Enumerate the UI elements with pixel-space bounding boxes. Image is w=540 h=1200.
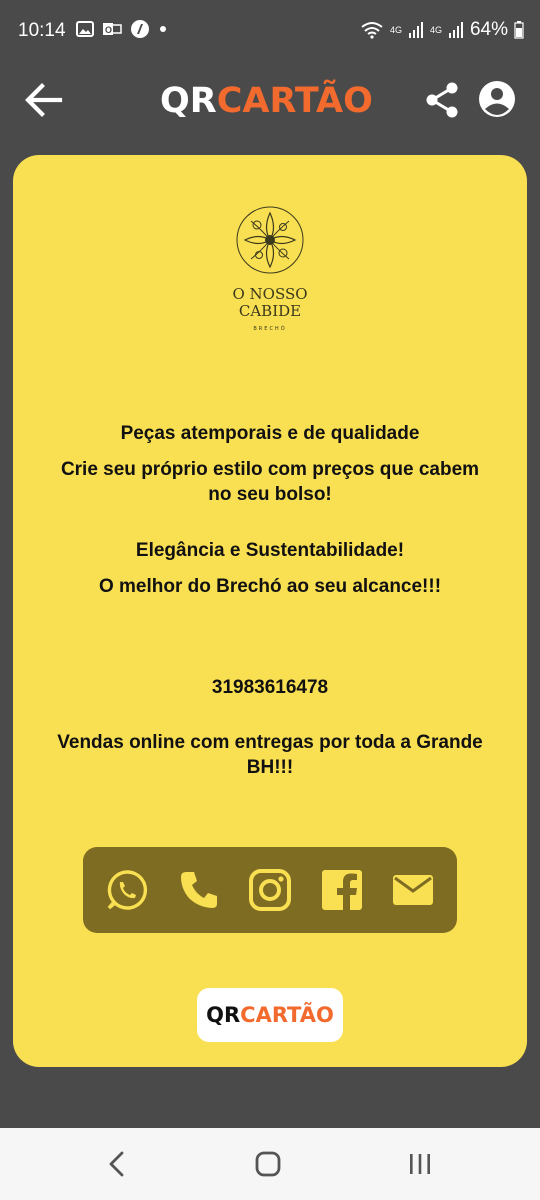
instagram-icon — [249, 869, 291, 911]
phone-button[interactable] — [177, 868, 221, 912]
brand-logo: O NOSSO CABIDE BRECHÓ — [203, 203, 337, 343]
email-button[interactable] — [391, 868, 435, 912]
brand-name: O NOSSO CABIDE — [203, 286, 337, 320]
recents-nav-icon — [410, 1154, 430, 1174]
facebook-button[interactable] — [320, 868, 364, 912]
outlook-icon: O — [103, 23, 122, 35]
battery-percent: 64% — [469, 19, 508, 40]
footer-logo-cartao: CARTÃO — [240, 1003, 334, 1027]
tagline-2: Crie seu próprio estilo com preços que c… — [60, 459, 480, 505]
account-button[interactable] — [476, 78, 518, 120]
system-nav-bar — [0, 1128, 540, 1200]
arrow-left-icon — [25, 83, 63, 117]
home-nav-icon — [255, 1151, 281, 1177]
status-time: 10:14 — [18, 20, 66, 41]
nav-recents-button[interactable] — [402, 1148, 438, 1180]
brand-name-line2: CABIDE — [238, 302, 302, 320]
logo-cartao: CARTÃO — [216, 81, 373, 121]
whatsapp-button[interactable] — [105, 868, 149, 912]
signal-icon — [448, 22, 463, 38]
battery-icon — [514, 21, 524, 39]
notification-icons: O — [76, 19, 168, 39]
nav-back-button[interactable] — [100, 1148, 136, 1180]
back-button[interactable] — [22, 78, 66, 122]
app-icon — [131, 20, 149, 38]
brand-name-line1: O NOSSO — [232, 285, 308, 303]
social-bar — [83, 847, 457, 933]
status-bar: 10:14 O 4G 4G 64% — [0, 0, 540, 62]
nav-home-button[interactable] — [250, 1148, 286, 1180]
instagram-button[interactable] — [248, 868, 292, 912]
image-icon — [76, 21, 94, 37]
dot-icon — [160, 26, 166, 32]
email-icon — [393, 875, 433, 905]
network-label-1: 4G — [389, 25, 402, 35]
back-nav-icon — [109, 1151, 124, 1177]
phone-number: 31983616478 — [211, 677, 329, 698]
business-card: O NOSSO CABIDE BRECHÓ Peças atemporais e… — [13, 155, 527, 1067]
tagline-3: Elegância e Sustentabilidade! — [135, 540, 405, 561]
phone-icon — [181, 872, 217, 908]
logo-qr: QR — [160, 81, 217, 121]
floral-emblem-icon — [236, 206, 304, 274]
tagline-4: O melhor do Brechó ao seu alcance!!! — [98, 576, 442, 597]
tagline-1: Peças atemporais e de qualidade — [120, 423, 420, 444]
account-circle-icon — [479, 81, 515, 117]
delivery-info: Vendas online com entregas por toda a Gr… — [57, 732, 483, 778]
share-button[interactable] — [422, 80, 462, 120]
signal-icon — [408, 22, 423, 38]
svg-text:O: O — [105, 25, 112, 35]
footer-logo-badge[interactable]: QRCARTÃO — [197, 988, 343, 1042]
app-logo: QRCARTÃO — [160, 76, 380, 126]
app-bar: QRCARTÃO — [0, 62, 540, 142]
share-icon — [426, 82, 458, 118]
wifi-icon — [361, 22, 383, 39]
status-right: 4G 4G 64% — [360, 19, 524, 41]
whatsapp-icon — [107, 870, 148, 910]
network-label-2: 4G — [429, 25, 442, 35]
brand-subtitle: BRECHÓ — [253, 326, 287, 332]
facebook-icon — [322, 870, 362, 912]
footer-logo-qr: QR — [206, 1003, 241, 1027]
